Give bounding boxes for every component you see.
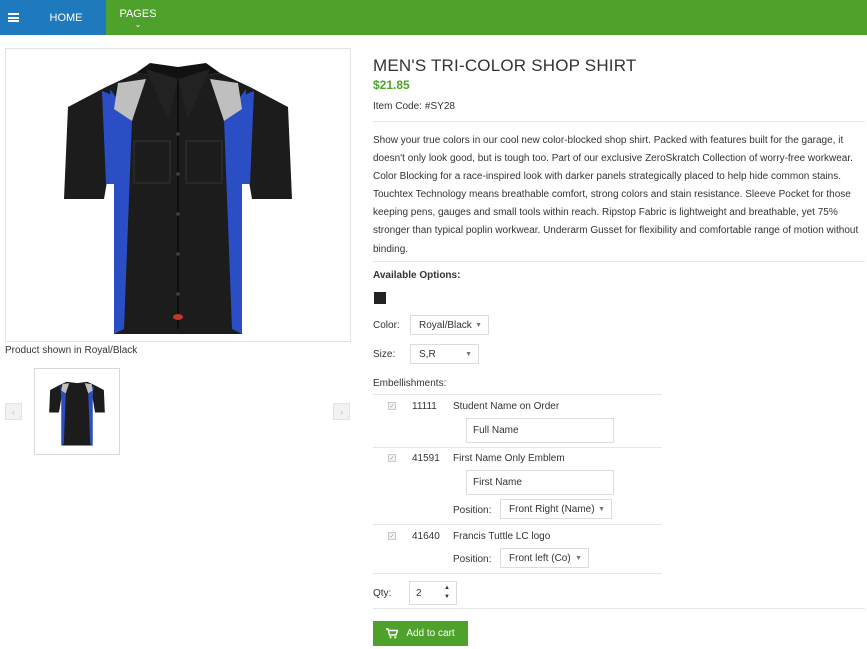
caret-down-icon: ▼ <box>475 322 482 329</box>
full-name-input[interactable] <box>466 418 614 443</box>
embellishments-label: Embellishments: <box>373 378 447 389</box>
cart-icon <box>386 628 399 639</box>
position-label: Position: <box>453 554 492 565</box>
item-code: Item Code: #SY28 <box>373 101 455 112</box>
caret-down-icon[interactable]: ▼ <box>444 594 450 600</box>
embellishment-name: Student Name on Order <box>453 401 560 412</box>
position-select[interactable]: Front Right (Name) ▼ <box>500 499 612 519</box>
position-select-value: Front Right (Name) <box>509 503 595 515</box>
chevron-right-icon: › <box>340 406 343 417</box>
position-select-value: Front left (Co) <box>509 552 571 564</box>
caret-down-icon: ▼ <box>465 351 472 358</box>
chevron-down-icon: ⌄ <box>134 19 142 29</box>
embellishment-checkbox[interactable]: ✓ <box>388 402 396 410</box>
embellishment-code: 41591 <box>412 453 440 464</box>
caret-down-icon: ▼ <box>598 506 605 513</box>
image-caption: Product shown in Royal/Black <box>5 345 138 356</box>
position-label: Position: <box>453 505 492 516</box>
color-select-value: Royal/Black <box>419 319 472 331</box>
caret-down-icon: ▼ <box>575 555 582 562</box>
qty-stepper[interactable]: 2 ▲ ▼ <box>409 581 457 605</box>
chevron-left-icon: ‹ <box>12 406 15 417</box>
product-image[interactable] <box>5 48 351 342</box>
embellishment-name: Francis Tuttle LC logo <box>453 531 551 542</box>
divider <box>373 121 865 122</box>
divider <box>373 524 662 525</box>
thumb-prev-button[interactable]: ‹ <box>5 403 22 420</box>
top-nav: HOME PAGES ⌄ <box>0 0 867 35</box>
embellishment-code: 41640 <box>412 531 440 542</box>
embellishment-code: 11111 <box>412 401 437 412</box>
divider <box>373 447 662 448</box>
divider <box>373 573 662 574</box>
product-description: Show your true colors in our cool new co… <box>373 135 859 255</box>
color-select[interactable]: Royal/Black ▼ <box>410 315 489 335</box>
shirt-image <box>64 63 292 334</box>
qty-label: Qty: <box>373 588 392 599</box>
nav-home[interactable]: HOME <box>26 0 106 35</box>
size-select[interactable]: S,R ▼ <box>410 344 479 364</box>
size-label: Size: <box>373 349 396 360</box>
size-select-value: S,R <box>419 348 436 360</box>
thumbnail-image[interactable] <box>34 368 120 455</box>
divider <box>373 394 662 395</box>
embellishment-checkbox[interactable]: ✓ <box>388 454 396 462</box>
color-swatch[interactable] <box>374 292 386 304</box>
options-heading: Available Options: <box>373 270 461 281</box>
caret-up-icon[interactable]: ▲ <box>444 585 450 591</box>
embellishment-checkbox[interactable]: ✓ <box>388 532 396 540</box>
product-title: MEN'S TRI-COLOR SHOP SHIRT <box>373 56 637 75</box>
product-price: $21.85 <box>373 78 410 92</box>
add-to-cart-button[interactable]: Add to cart <box>373 621 468 646</box>
divider <box>373 261 865 262</box>
menu-button[interactable] <box>0 0 26 35</box>
add-to-cart-label: Add to cart <box>406 628 455 639</box>
nav-pages-label: PAGES <box>119 7 157 20</box>
first-name-input[interactable] <box>466 470 614 495</box>
nav-pages[interactable]: PAGES ⌄ <box>106 0 170 35</box>
thumb-next-button[interactable]: › <box>333 403 350 420</box>
item-code-value: #SY28 <box>424 101 455 112</box>
position-select[interactable]: Front left (Co) ▼ <box>500 548 589 568</box>
qty-value: 2 <box>416 588 422 599</box>
hamburger-icon <box>7 13 19 22</box>
color-label: Color: <box>373 320 400 331</box>
shirt-thumbnail <box>49 381 105 446</box>
divider <box>373 608 865 609</box>
embellishment-name: First Name Only Emblem <box>453 453 565 464</box>
item-code-label: Item Code: <box>373 101 422 112</box>
